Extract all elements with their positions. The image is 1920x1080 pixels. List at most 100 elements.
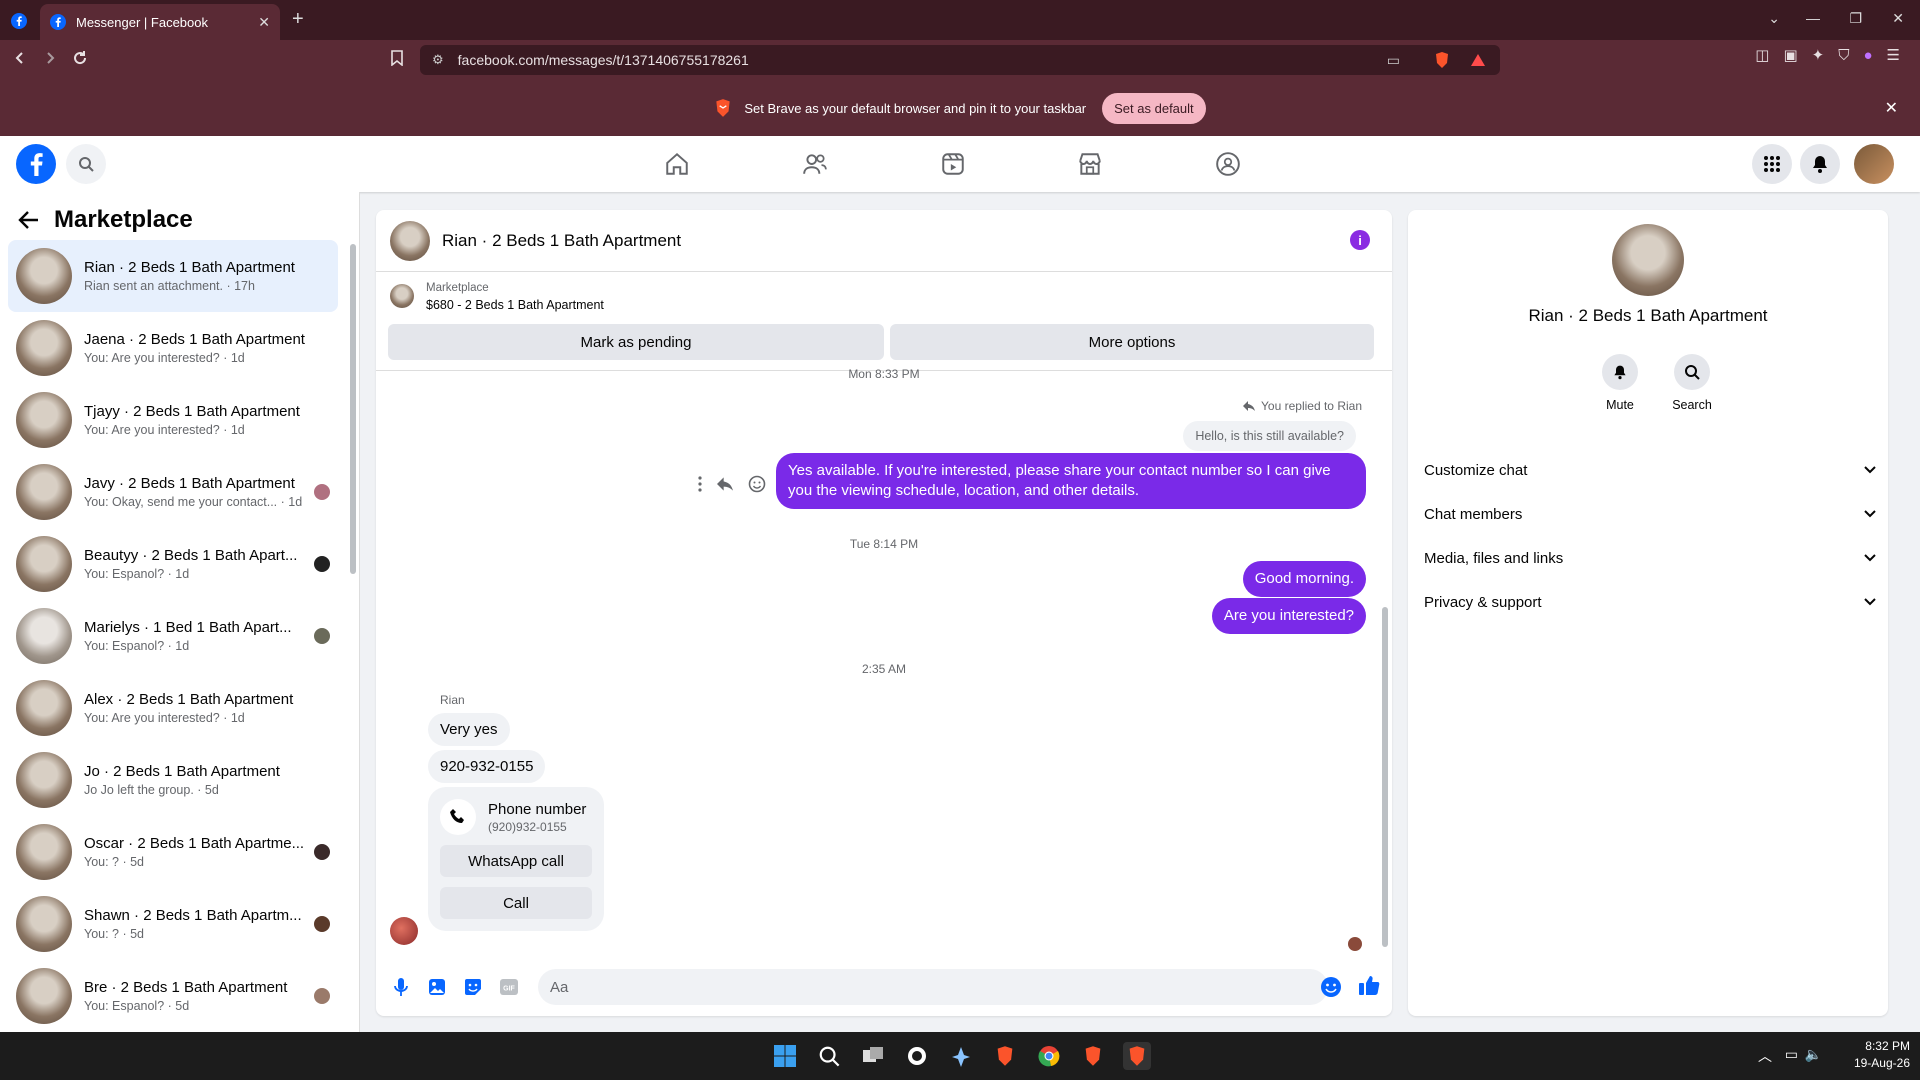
facebook-search-icon[interactable] <box>66 144 106 184</box>
outgoing-message[interactable]: Are you interested? <box>1211 598 1366 634</box>
more-options-button[interactable]: More options <box>890 324 1374 360</box>
media-files-links-row[interactable]: Media, files and links <box>1424 538 1876 578</box>
message-thread: Mon 8:33 PM You replied to Rian Hello, i… <box>376 367 1392 951</box>
minimize-icon[interactable]: — <box>1806 10 1820 26</box>
task-view-icon[interactable] <box>859 1042 887 1070</box>
search-in-chat-button[interactable]: Search <box>1662 354 1722 412</box>
volume-icon[interactable]: 🔈 <box>1805 1046 1822 1063</box>
windows-start-icon[interactable] <box>771 1042 799 1070</box>
list-item[interactable]: Oscar · 2 Beds 1 Bath Apartme... You: ? ·… <box>8 816 338 888</box>
new-tab-icon[interactable]: + <box>292 9 304 29</box>
network-icon[interactable]: ▭ <box>1785 1046 1798 1063</box>
system-clock[interactable]: 8:32 PM 19-Aug-26 <box>1854 1038 1910 1072</box>
active-tab[interactable]: Messenger | Facebook ✕ <box>40 4 280 40</box>
app-figure-icon[interactable] <box>947 1042 975 1070</box>
list-item[interactable]: Jo · 2 Beds 1 Bath Apartment Jo Jo left t… <box>8 744 338 816</box>
chrome-taskbar-icon[interactable] <box>1035 1042 1063 1070</box>
list-item[interactable]: Tjayy · 2 Beds 1 Bath Apartment You: Are … <box>8 384 338 456</box>
list-item[interactable]: Marielys · 1 Bed 1 Bath Apart... You: Esp… <box>8 600 338 672</box>
home-icon[interactable] <box>657 144 697 184</box>
marketplace-listing[interactable]: Marketplace $680 - 2 Beds 1 Bath Apartme… <box>390 282 604 312</box>
list-item[interactable]: Rian · 2 Beds 1 Bath Apartment Rian sent … <box>8 240 338 312</box>
forward-icon[interactable] <box>42 50 58 66</box>
brave-taskbar-icon-2[interactable] <box>1079 1042 1107 1070</box>
message-input[interactable] <box>538 969 1328 1005</box>
app-ring-icon[interactable] <box>903 1042 931 1070</box>
brave-taskbar-icon[interactable] <box>991 1042 1019 1070</box>
quoted-message[interactable]: Hello, is this still available? <box>1183 421 1356 451</box>
react-emoji-icon[interactable] <box>748 475 766 493</box>
whatsapp-call-button[interactable]: WhatsApp call <box>440 845 592 877</box>
vpn-shield-icon[interactable]: ⛉ <box>1838 47 1849 64</box>
sidebar-toggle-icon[interactable]: ◫ <box>1755 46 1769 64</box>
sidebar-scrollbar[interactable] <box>350 244 356 574</box>
info-icon[interactable]: i <box>1350 230 1370 250</box>
reload-icon[interactable] <box>72 50 88 66</box>
set-default-button[interactable]: Set as default <box>1102 92 1206 124</box>
friends-icon[interactable] <box>795 144 835 184</box>
mute-button[interactable]: Mute <box>1590 354 1650 412</box>
brave-rewards-icon[interactable] <box>1470 53 1486 67</box>
list-item[interactable]: Beautyy · 2 Beds 1 Bath Apart... You: Esp… <box>8 528 338 600</box>
leo-ai-icon[interactable]: ✦ <box>1812 46 1825 64</box>
list-item[interactable]: Shawn · 2 Beds 1 Bath Apartm... You: ? · … <box>8 888 338 960</box>
chat-title[interactable]: Rian · 2 Beds 1 Bath Apartment <box>442 231 681 251</box>
image-icon[interactable] <box>426 976 448 998</box>
menu-grid-icon[interactable] <box>1752 144 1792 184</box>
back-arrow-icon[interactable] <box>18 210 40 230</box>
sticker-icon[interactable] <box>462 976 484 998</box>
site-settings-icon[interactable]: ⚙ <box>432 52 444 68</box>
facebook-logo-icon[interactable] <box>16 144 56 184</box>
marketplace-icon[interactable] <box>1070 144 1110 184</box>
address-bar[interactable]: ⚙ facebook.com/messages/t/13714067551782… <box>420 45 1500 75</box>
list-item[interactable]: Javy · 2 Beds 1 Bath Apartment You: Okay,… <box>8 456 338 528</box>
gif-icon[interactable]: GIF <box>498 976 520 998</box>
info-avatar[interactable] <box>1612 224 1684 296</box>
back-icon[interactable] <box>12 50 28 66</box>
notifications-bell-icon[interactable] <box>1800 144 1840 184</box>
incoming-message[interactable]: Very yes <box>428 713 510 746</box>
brave-shields-icon[interactable] <box>1434 51 1450 69</box>
tab-list-chevron-icon[interactable]: ⌄ <box>1768 10 1780 27</box>
taskbar-search-icon[interactable] <box>815 1042 843 1070</box>
profile-icon[interactable]: ● <box>1863 47 1872 64</box>
reply-icon[interactable] <box>716 476 734 492</box>
account-avatar[interactable] <box>1854 144 1894 184</box>
tray-chevron-icon[interactable]: ︿ <box>1758 1046 1772 1066</box>
customize-chat-row[interactable]: Customize chat <box>1424 450 1876 490</box>
close-window-icon[interactable]: ✕ <box>1892 10 1904 27</box>
wallet-icon[interactable]: ▣ <box>1783 46 1797 64</box>
mark-as-pending-button[interactable]: Mark as pending <box>388 324 884 360</box>
cast-icon[interactable]: ▭ <box>1387 52 1400 69</box>
close-tab-icon[interactable]: ✕ <box>258 14 270 31</box>
microphone-icon[interactable] <box>390 976 412 998</box>
sender-avatar[interactable] <box>390 917 418 945</box>
menu-icon[interactable]: ☰ <box>1887 46 1900 64</box>
groups-icon[interactable] <box>1208 144 1248 184</box>
incoming-message[interactable]: 920-932-0155 <box>428 750 546 783</box>
outgoing-message[interactable]: Good morning. <box>1242 561 1366 597</box>
conversation-preview: You: Are you interested? · 1d <box>84 351 245 365</box>
conversation-name: Bre · 2 Beds 1 Bath Apartment <box>84 979 288 996</box>
bookmark-icon[interactable] <box>390 50 404 66</box>
list-item[interactable]: Bre · 2 Beds 1 Bath Apartment You: Espano… <box>8 960 338 1032</box>
call-button[interactable]: Call <box>440 887 592 919</box>
more-dots-icon[interactable] <box>698 476 702 492</box>
restore-icon[interactable]: ❐ <box>1849 10 1862 27</box>
brave-taskbar-icon-active[interactable] <box>1123 1042 1151 1070</box>
thumbs-up-icon[interactable] <box>1358 974 1380 996</box>
list-item[interactable]: Alex · 2 Beds 1 Bath Apartment You: Are y… <box>8 672 338 744</box>
chevron-down-icon <box>1864 598 1876 606</box>
conversation-name: Rian · 2 Beds 1 Bath Apartment <box>84 259 295 276</box>
emoji-icon[interactable] <box>1320 976 1342 998</box>
watch-icon[interactable] <box>933 144 973 184</box>
chat-scrollbar[interactable] <box>1382 607 1388 947</box>
privacy-support-row[interactable]: Privacy & support <box>1424 582 1876 622</box>
outgoing-message[interactable]: Yes available. If you're interested, ple… <box>776 453 1366 509</box>
chat-members-row[interactable]: Chat members <box>1424 494 1876 534</box>
conversation-thumbnail <box>16 464 72 520</box>
list-item[interactable]: Jaena · 2 Beds 1 Bath Apartment You: Are … <box>8 312 338 384</box>
pinned-tab-facebook[interactable] <box>6 8 32 34</box>
close-banner-icon[interactable]: ✕ <box>1885 98 1898 118</box>
chat-avatar[interactable] <box>390 220 430 261</box>
